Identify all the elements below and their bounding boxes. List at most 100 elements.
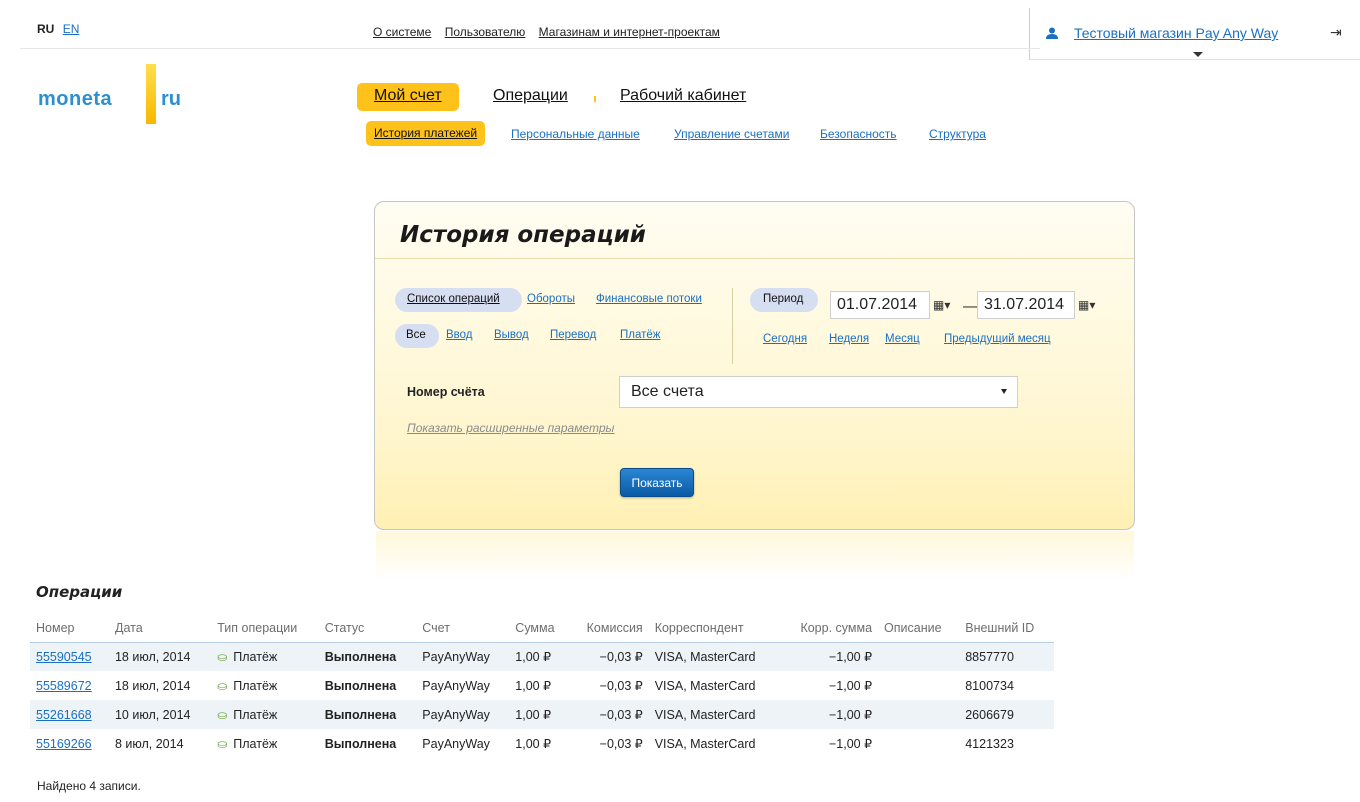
operation-description (878, 671, 959, 700)
operation-description (878, 700, 960, 729)
top-nav-shops[interactable]: Магазинам и интернет-проектам (539, 25, 720, 39)
account-select-value: Все счета (631, 383, 704, 400)
sub-nav-structure[interactable]: Структура (929, 127, 986, 141)
operation-status: Выполнена (318, 700, 417, 729)
col-number[interactable]: Номер (30, 614, 109, 643)
user-box[interactable]: Тестовый магазин Pay Any Way (1029, 8, 1360, 60)
account-select[interactable]: Все счета (619, 376, 1018, 408)
date-from-input[interactable]: 01.07.2014 (830, 291, 930, 319)
operation-type: ⛀ Платёж (211, 700, 319, 729)
operation-status: Выполнена (324, 736, 397, 751)
panel-reflection (376, 531, 1134, 581)
sub-nav-account-management[interactable]: Управление счетами (674, 127, 789, 141)
period-month[interactable]: Месяц (885, 333, 920, 345)
exit-icon[interactable]: ⇥ (1330, 24, 1342, 41)
sub-nav-security[interactable]: Безопасность (820, 127, 897, 141)
col-status[interactable]: Статус (318, 614, 417, 643)
main-nav-operations[interactable]: Операции (493, 87, 568, 105)
operation-id-link[interactable]: 55261668 (36, 708, 92, 722)
payment-icon: ⛀ (217, 649, 228, 664)
logo[interactable]: moneta ru (38, 64, 198, 124)
operation-type-label: Платёж (233, 678, 278, 693)
type-payment[interactable]: Платёж (620, 329, 660, 341)
operation-type-label: Платёж (233, 736, 278, 751)
main-nav-my-account-label: Мой счет (374, 87, 442, 104)
date-to-input[interactable]: 31.07.2014 (977, 291, 1075, 319)
operation-amount: 1,00 ₽ (509, 642, 570, 671)
advanced-params-link[interactable]: Показать расширенные параметры (407, 421, 614, 435)
period-previous-month[interactable]: Предыдущий месяц (944, 333, 1051, 345)
operation-corr-amount: −1,00 ₽ (828, 679, 873, 693)
operations-title: Операции (36, 583, 123, 601)
operation-id-link[interactable]: 55590545 (36, 650, 92, 664)
operation-amount: 1,00 ₽ (515, 679, 552, 693)
language-switcher: RU EN (37, 22, 79, 36)
account-number-label: Номер счёта (407, 385, 485, 399)
operation-account: PayAnyWay (416, 642, 510, 671)
col-account[interactable]: Счет (416, 614, 510, 643)
operation-amount: 1,00 ₽ (515, 737, 552, 751)
operation-date: 8 июл, 2014 (114, 736, 184, 751)
operation-description (878, 729, 959, 758)
col-external-id[interactable]: Внешний ID (959, 614, 1054, 643)
table-row[interactable]: 55169266 8 июл, 2014 ⛀ Платёж Выполнена P… (30, 729, 1054, 758)
col-amount[interactable]: Сумма (509, 614, 570, 643)
col-correspondent[interactable]: Корреспондент (648, 614, 781, 643)
user-icon (1046, 27, 1058, 39)
col-type[interactable]: Тип операции (211, 614, 319, 643)
period-label: Период (763, 293, 804, 305)
table-header-row: Номер Дата Тип операции Статус Счет Сумм… (30, 614, 1054, 643)
view-financial-flows[interactable]: Финансовые потоки (596, 293, 702, 305)
lang-en-link[interactable]: EN (63, 22, 80, 36)
operation-id-link[interactable]: 55169266 (36, 737, 92, 751)
type-transfer[interactable]: Перевод (550, 329, 596, 341)
main-nav-my-account[interactable]: Мой счет (357, 83, 459, 111)
main-nav-separator (594, 96, 596, 102)
operation-status: Выполнена (318, 642, 417, 671)
operation-type: ⛀ Платёж (211, 729, 318, 758)
sub-nav-payment-history[interactable]: История платежей (366, 121, 486, 146)
operation-type-label: Платёж (233, 707, 278, 722)
col-fee[interactable]: Комиссия (569, 614, 649, 643)
show-button[interactable]: Показать (620, 468, 694, 497)
operation-date: 18 июл, 2014 (108, 642, 212, 671)
logo-text-left: moneta (38, 88, 113, 110)
operation-id-link[interactable]: 55589672 (36, 679, 92, 693)
operation-corr-amount: −1,00 ₽ (828, 737, 873, 751)
operation-fee: −0,03 ₽ (599, 737, 643, 751)
operation-account: PayAnyWay (416, 700, 510, 729)
operation-corr-amount: −1,00 ₽ (780, 700, 879, 729)
operation-amount: 1,00 ₽ (509, 700, 570, 729)
operation-external-id: 8100734 (965, 678, 1014, 693)
top-nav: О системе Пользователю Магазинам и интер… (373, 25, 730, 39)
panel-divider (375, 258, 1134, 259)
user-menu-caret-icon[interactable] (1193, 52, 1203, 57)
type-input[interactable]: Ввод (446, 329, 473, 341)
user-name-link[interactable]: Тестовый магазин Pay Any Way (1074, 25, 1278, 41)
top-nav-about[interactable]: О системе (373, 25, 431, 39)
col-date[interactable]: Дата (108, 614, 212, 643)
period-today[interactable]: Сегодня (763, 333, 807, 345)
main-nav-workspace[interactable]: Рабочий кабинет (620, 87, 746, 105)
type-output[interactable]: Вывод (494, 329, 529, 341)
table-row[interactable]: 55589672 18 июл, 2014 ⛀ Платёж Выполнена … (30, 671, 1054, 700)
operation-description (878, 642, 960, 671)
table-row[interactable]: 55590545 18 июл, 2014 ⛀ Платёж Выполнена … (30, 642, 1054, 671)
operation-correspondent: VISA, MasterCard (654, 678, 756, 693)
operation-external-id: 4121323 (965, 736, 1014, 751)
main-nav-workspace-label: Рабочий кабинет (620, 87, 747, 104)
period-week[interactable]: Неделя (829, 333, 869, 345)
calendar-from-icon[interactable]: ▦▾ (933, 298, 950, 312)
col-corr-amount[interactable]: Корр. сумма (780, 614, 879, 643)
top-nav-users[interactable]: Пользователю (445, 25, 526, 39)
calendar-to-icon[interactable]: ▦▾ (1078, 298, 1095, 312)
view-turnover[interactable]: Обороты (527, 293, 575, 305)
table-row[interactable]: 55261668 10 июл, 2014 ⛀ Платёж Выполнена … (30, 700, 1054, 729)
col-description[interactable]: Описание (878, 614, 960, 643)
payment-icon: ⛀ (217, 736, 228, 751)
operation-correspondent: VISA, MasterCard (648, 642, 781, 671)
type-all[interactable]: Все (406, 329, 426, 341)
view-operations-list[interactable]: Список операций (407, 293, 500, 305)
sub-nav-personal-data[interactable]: Персональные данные (511, 127, 640, 141)
operation-correspondent: VISA, MasterCard (648, 700, 781, 729)
